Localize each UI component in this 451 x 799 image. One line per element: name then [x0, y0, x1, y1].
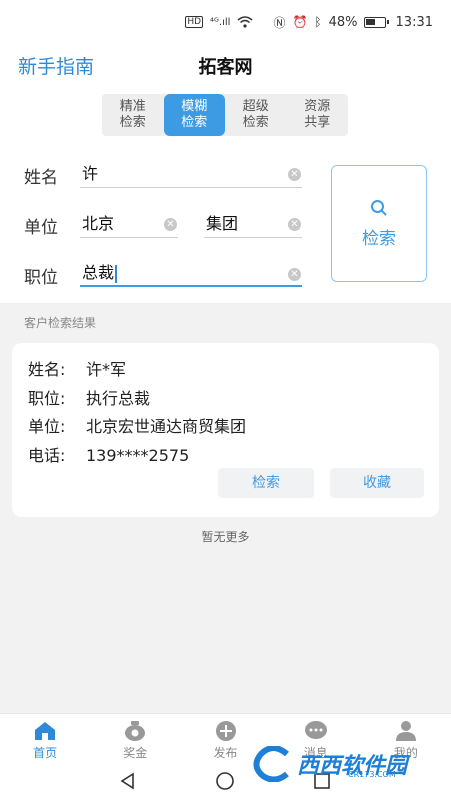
watermark-sub: CR173.COM — [348, 770, 396, 779]
app-header: 新手指南 拓客网 — [0, 44, 451, 88]
alarm-icon: ⏰ — [292, 15, 308, 29]
name-input[interactable]: 许 — [80, 162, 302, 188]
search-mode-tabs: 精准 检索 模糊 检索 超级 检索 资源 共享 — [102, 94, 348, 136]
result-position-key: 职位: — [28, 389, 66, 408]
tab-label-line1: 资源 — [304, 99, 331, 114]
home-circle-icon[interactable] — [215, 771, 235, 795]
tab-label-line2: 共享 — [304, 115, 331, 130]
tab-label: 发布 — [213, 746, 238, 760]
no-more-text: 暂无更多 — [201, 530, 250, 544]
unit-label: 单位 — [24, 218, 58, 238]
clear-icon[interactable]: ✕ — [288, 268, 301, 281]
search-button[interactable]: 检索 — [331, 165, 427, 282]
tab-super-search[interactable]: 超级 检索 — [225, 94, 287, 136]
network-badge: HD — [185, 16, 204, 28]
home-icon — [33, 720, 57, 742]
tab-label-line1: 精准 — [119, 99, 146, 114]
position-label: 职位 — [24, 268, 58, 288]
tab-label-line2: 检索 — [242, 115, 269, 130]
result-unit-value: 北京宏世通达商贸集团 — [86, 417, 247, 436]
signal-icon: ⁴ᴳ.ıll — [210, 16, 231, 28]
clock: 13:31 — [395, 14, 433, 30]
result-card: 姓名: 许*军 职位: 执行总裁 单位: 北京宏世通达商贸集团 电话: 139****2… — [12, 343, 439, 517]
result-phone-value: 139****2575 — [86, 446, 190, 465]
tab-resource-share[interactable]: 资源 共享 — [287, 94, 349, 136]
tab-label-line2: 检索 — [181, 115, 208, 130]
watermark-logo: 西西软件园 CR173.COM — [253, 744, 451, 784]
tab-label-line1: 超级 — [242, 99, 269, 114]
name-label: 姓名 — [24, 168, 58, 188]
search-icon — [370, 199, 388, 222]
status-bar: HD ⁴ᴳ.ıll Ⓝ ⏰ ᛒ 48% 13:31 — [0, 0, 451, 44]
tab-label-line1: 模糊 — [181, 99, 208, 114]
result-phone-line: 电话: 139****2575 — [28, 442, 189, 466]
tab-fuzzy-search[interactable]: 模糊 检索 — [163, 94, 225, 136]
card-search-button[interactable]: 检索 — [218, 468, 314, 498]
bluetooth-icon: ᛒ — [314, 15, 322, 29]
money-bag-icon — [123, 720, 147, 742]
text-cursor — [115, 264, 118, 283]
result-unit-line: 单位: 北京宏世通达商贸集团 — [28, 413, 246, 437]
search-panel: 精准 检索 模糊 检索 超级 检索 资源 共享 姓名 许 ✕ 单位 北京 ✕ 集… — [0, 88, 451, 303]
battery-icon — [363, 16, 389, 28]
clear-icon[interactable]: ✕ — [288, 218, 301, 231]
watermark-c-icon — [253, 746, 289, 782]
result-name-key: 姓名: — [28, 360, 66, 379]
chat-icon — [304, 720, 328, 742]
position-value: 总裁 — [82, 263, 115, 282]
result-position-value: 执行总裁 — [86, 389, 151, 408]
battery-text: 48% — [328, 14, 358, 30]
result-name-value: 许*军 — [86, 360, 127, 379]
search-button-label: 检索 — [362, 228, 396, 249]
page-title: 拓客网 — [198, 57, 253, 78]
tab-label: 奖金 — [123, 746, 148, 760]
tab-home[interactable]: 首页 — [0, 714, 90, 763]
clear-icon[interactable]: ✕ — [164, 218, 177, 231]
results-caption: 客户检索结果 — [24, 316, 97, 330]
user-icon — [394, 720, 418, 742]
result-phone-key: 电话: — [28, 446, 66, 465]
back-icon[interactable] — [118, 771, 138, 795]
plus-circle-icon — [214, 720, 238, 742]
card-favorite-button[interactable]: 收藏 — [330, 468, 424, 498]
tab-bonus[interactable]: 奖金 — [90, 714, 180, 763]
clear-icon[interactable]: ✕ — [288, 168, 301, 181]
result-position-line: 职位: 执行总裁 — [28, 385, 150, 409]
position-input[interactable]: 总裁 — [80, 261, 302, 287]
tab-label-line2: 检索 — [119, 115, 146, 130]
wifi-icon — [237, 16, 253, 28]
tab-exact-search[interactable]: 精准 检索 — [102, 94, 164, 136]
tab-label: 首页 — [33, 746, 58, 760]
result-name-line: 姓名: 许*军 — [28, 356, 126, 380]
result-unit-key: 单位: — [28, 417, 66, 436]
nfc-icon: Ⓝ — [273, 15, 286, 30]
